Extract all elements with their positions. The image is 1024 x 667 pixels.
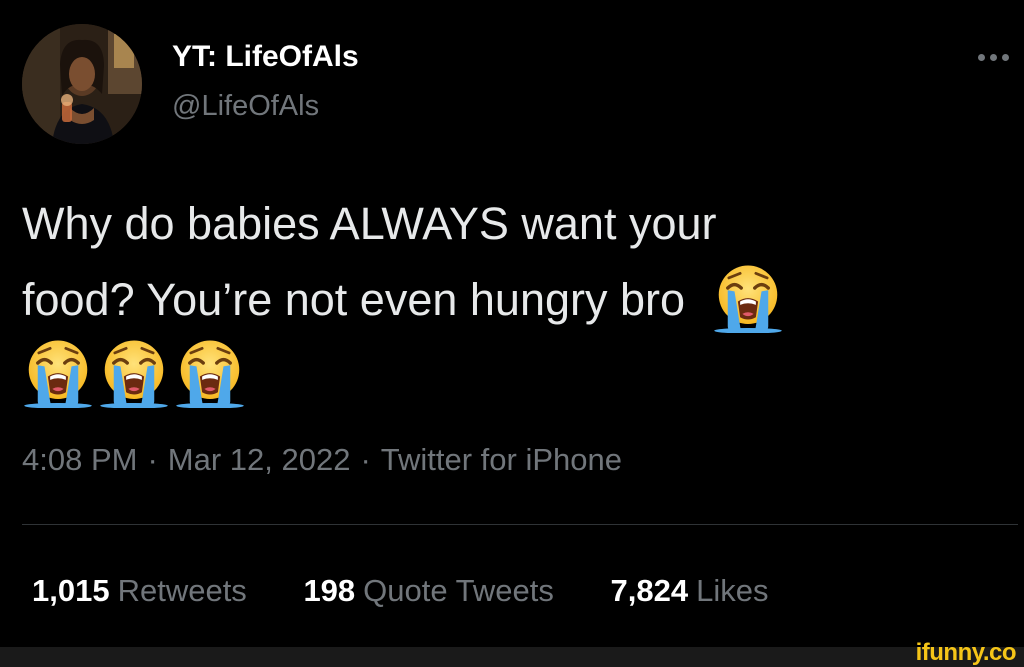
divider: [22, 524, 1018, 525]
tweet-meta: 4:08 PM · Mar 12, 2022 · Twitter for iPhone: [22, 440, 622, 480]
tweet-card: YT: LifeOfAls @LifeOfAls Why do babies A…: [0, 0, 1024, 647]
tweet-stats: 1,015 Retweets 198 Quote Tweets 7,824 Likes: [32, 571, 816, 611]
tweet-text-line: Why do babies ALWAYS want your: [22, 198, 717, 249]
footer-bar: [0, 647, 1024, 667]
meta-separator: ·: [360, 442, 371, 477]
likes-count: 7,824: [610, 573, 689, 608]
retweets-stat[interactable]: 1,015 Retweets: [32, 571, 247, 611]
likes-stat[interactable]: 7,824 Likes: [611, 571, 769, 611]
loudly-crying-face-icon: [22, 336, 94, 408]
tweet-text-line: food? You’re not even hungry bro: [22, 261, 1002, 336]
avatar[interactable]: [22, 24, 142, 144]
retweets-label: Retweets: [117, 573, 247, 608]
quote-tweets-count: 198: [303, 573, 356, 608]
meta-separator: ·: [147, 442, 158, 477]
tweet-time[interactable]: 4:08 PM: [22, 442, 137, 477]
retweets-count: 1,015: [32, 573, 110, 608]
avatar-photo-icon: [22, 24, 142, 144]
loudly-crying-face-icon: [712, 261, 784, 333]
author-display-name[interactable]: YT: LifeOfAls: [172, 38, 359, 76]
loudly-crying-face-icon: [98, 336, 170, 408]
tweet-text: Why do babies ALWAYS want your food? You…: [22, 186, 1002, 411]
likes-label: Likes: [696, 573, 769, 608]
emoji-row: [22, 336, 1002, 411]
loudly-crying-face-icon: [174, 336, 246, 408]
ifunny-watermark: ifunny.co: [915, 639, 1017, 666]
more-options-button[interactable]: [972, 44, 1016, 68]
author-handle[interactable]: @LifeOfAls: [172, 88, 319, 124]
tweet-date[interactable]: Mar 12, 2022: [168, 442, 351, 477]
quote-tweets-label: Quote Tweets: [363, 573, 554, 608]
tweet-source[interactable]: Twitter for iPhone: [381, 442, 622, 477]
quote-tweets-stat[interactable]: 198 Quote Tweets: [303, 571, 553, 611]
